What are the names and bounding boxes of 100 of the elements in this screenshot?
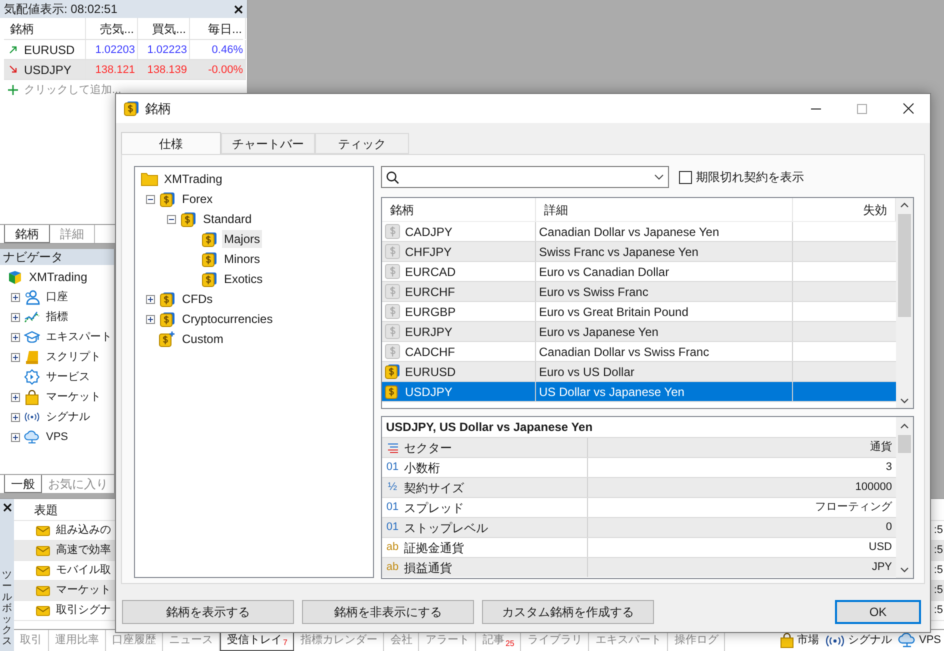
expand-icon[interactable] <box>11 392 20 402</box>
quote-row[interactable]: EURUSD 1.02203 1.02223 0.46% <box>4 40 246 60</box>
column-header[interactable]: 毎日... <box>190 18 246 39</box>
message-subject[interactable]: モバイル取 <box>56 562 111 579</box>
scroll-thumb[interactable] <box>898 214 911 317</box>
toolbox-tab[interactable]: 運用比率 <box>49 630 106 651</box>
status-item[interactable]: VPS <box>918 632 941 649</box>
tree-item[interactable]: 口座 <box>46 288 68 306</box>
symbol-row[interactable]: EURJPY Euro vs Japanese Yen <box>382 322 896 342</box>
collapse-icon[interactable] <box>167 214 176 224</box>
expand-icon[interactable] <box>11 292 20 302</box>
status-item[interactable]: 市場 <box>796 632 819 649</box>
close-icon[interactable] <box>234 4 243 14</box>
expand-icon[interactable] <box>11 352 20 362</box>
dollar-icon <box>385 324 400 339</box>
envelope-icon <box>36 526 50 536</box>
dialog-button[interactable]: カスタム銘柄を作成する <box>482 600 654 624</box>
tree-item[interactable]: サービス <box>46 368 90 386</box>
symbol-row[interactable]: CADCHF Canadian Dollar vs Swiss Franc <box>382 342 896 362</box>
status-item[interactable]: シグナル <box>848 632 892 649</box>
price-text: 138.121 <box>95 62 135 78</box>
tree-item[interactable]: CFDs <box>180 290 215 308</box>
table-cell-text: EURUSD <box>405 364 456 380</box>
symbol-row[interactable]: EURCAD Euro vs Canadian Dollar <box>382 262 896 282</box>
chevron-up-icon[interactable] <box>900 202 909 208</box>
chevron-down-icon[interactable] <box>654 174 664 180</box>
panel-tab[interactable]: 一般 <box>4 475 42 493</box>
tree-item[interactable]: 指標 <box>46 308 68 326</box>
expand-icon[interactable] <box>11 312 20 322</box>
toolbox-tab[interactable]: 取引 <box>14 630 49 651</box>
message-subject[interactable]: マーケット <box>56 582 111 599</box>
envelope-icon <box>36 546 50 556</box>
expand-icon[interactable] <box>11 432 20 442</box>
column-header[interactable]: 売気... <box>86 18 138 39</box>
symbol-row[interactable]: CHFJPY Swiss Franc vs Japanese Yen <box>382 242 896 262</box>
chevron-down-icon[interactable] <box>900 567 909 573</box>
checkbox[interactable] <box>679 170 692 184</box>
tree-item[interactable]: VPS <box>46 428 68 446</box>
panel-tab[interactable]: お気に入り <box>42 475 114 493</box>
expand-icon[interactable] <box>146 294 155 304</box>
tree-item[interactable]: Cryptocurrencies <box>180 310 275 328</box>
panel-tab[interactable]: 詳細 <box>50 225 95 243</box>
property-value: フローティング <box>815 500 892 516</box>
expand-icon[interactable] <box>146 314 155 324</box>
tree-item[interactable]: スクリプト <box>46 348 101 366</box>
collapse-icon[interactable] <box>146 194 155 204</box>
plus-icon[interactable] <box>8 85 18 95</box>
tree-item[interactable]: XMTrading <box>162 170 224 188</box>
dialog-tab[interactable]: ティック <box>315 133 409 154</box>
column-header[interactable]: 詳細 <box>536 198 793 221</box>
tree-item[interactable]: Majors <box>222 230 262 248</box>
dialog-button[interactable]: 銘柄を非表示にする <box>302 600 474 624</box>
tree-item[interactable]: Exotics <box>222 270 265 288</box>
column-header[interactable]: 銘柄 <box>4 18 86 39</box>
property-name: 契約サイズ <box>404 480 464 496</box>
tree-item[interactable]: XMTrading <box>29 268 88 286</box>
message-subject[interactable]: 組み込みの <box>56 522 111 539</box>
chevron-down-icon[interactable] <box>900 398 909 404</box>
dialog-button[interactable]: OK <box>835 600 921 624</box>
tree-item[interactable]: Minors <box>222 250 262 268</box>
close-icon[interactable] <box>903 103 914 114</box>
table-cell-text: CADCHF <box>405 344 455 360</box>
tree-item[interactable]: Standard <box>201 210 254 228</box>
property-name: 小数桁 <box>404 460 440 476</box>
type-mark: 01 <box>386 520 399 536</box>
dialog-tab[interactable]: チャートバー <box>221 133 315 154</box>
expand-icon[interactable] <box>11 412 20 422</box>
dialog-button[interactable]: 銘柄を表示する <box>122 600 294 624</box>
column-header[interactable]: 買気... <box>138 18 190 39</box>
symbol-row[interactable]: CADJPY Canadian Dollar vs Japanese Yen <box>382 222 896 242</box>
tree-item[interactable]: エキスパート <box>46 328 112 346</box>
symbol-row[interactable]: EURCHF Euro vs Swiss Franc <box>382 282 896 302</box>
dollar-icon <box>385 264 400 279</box>
column-header[interactable]: 銘柄 <box>382 198 536 221</box>
search-combo-box[interactable] <box>381 166 669 188</box>
scrollbar[interactable] <box>896 198 913 408</box>
tree-item[interactable]: シグナル <box>46 408 90 426</box>
message-subject[interactable]: 取引シグナ <box>56 602 111 619</box>
quote-row[interactable]: USDJPY 138.121 138.139 -0.00% <box>4 60 246 80</box>
shopping-bag-icon <box>25 390 39 404</box>
dollar-icon <box>202 232 216 246</box>
scroll-thumb[interactable] <box>898 435 911 453</box>
symbol-row[interactable]: EURGBP Euro vs Great Britain Pound <box>382 302 896 322</box>
expand-icon[interactable] <box>11 332 20 342</box>
tree-item[interactable]: マーケット <box>46 388 101 406</box>
message-time: :5 <box>934 583 944 598</box>
add-symbol-link[interactable]: クリックして追加... <box>24 82 122 98</box>
panel-tab[interactable]: 銘柄 <box>4 225 50 243</box>
column-header[interactable]: 表題 <box>34 500 58 518</box>
chevron-up-icon[interactable] <box>900 423 909 429</box>
symbol-row[interactable]: EURUSD Euro vs US Dollar <box>382 362 896 382</box>
close-icon[interactable] <box>2 503 12 512</box>
message-subject[interactable]: 高速で効率 <box>56 542 111 559</box>
symbol-row[interactable]: USDJPY US Dollar vs Japanese Yen <box>382 382 896 402</box>
dialog-tab[interactable]: 仕様 <box>121 132 221 154</box>
tree-item[interactable]: Custom <box>180 330 226 348</box>
table-cell-text: EURCHF <box>405 284 455 300</box>
tree-item[interactable]: Forex <box>180 190 215 208</box>
scrollbar[interactable] <box>896 417 913 578</box>
type-mark: 01 <box>386 460 399 476</box>
